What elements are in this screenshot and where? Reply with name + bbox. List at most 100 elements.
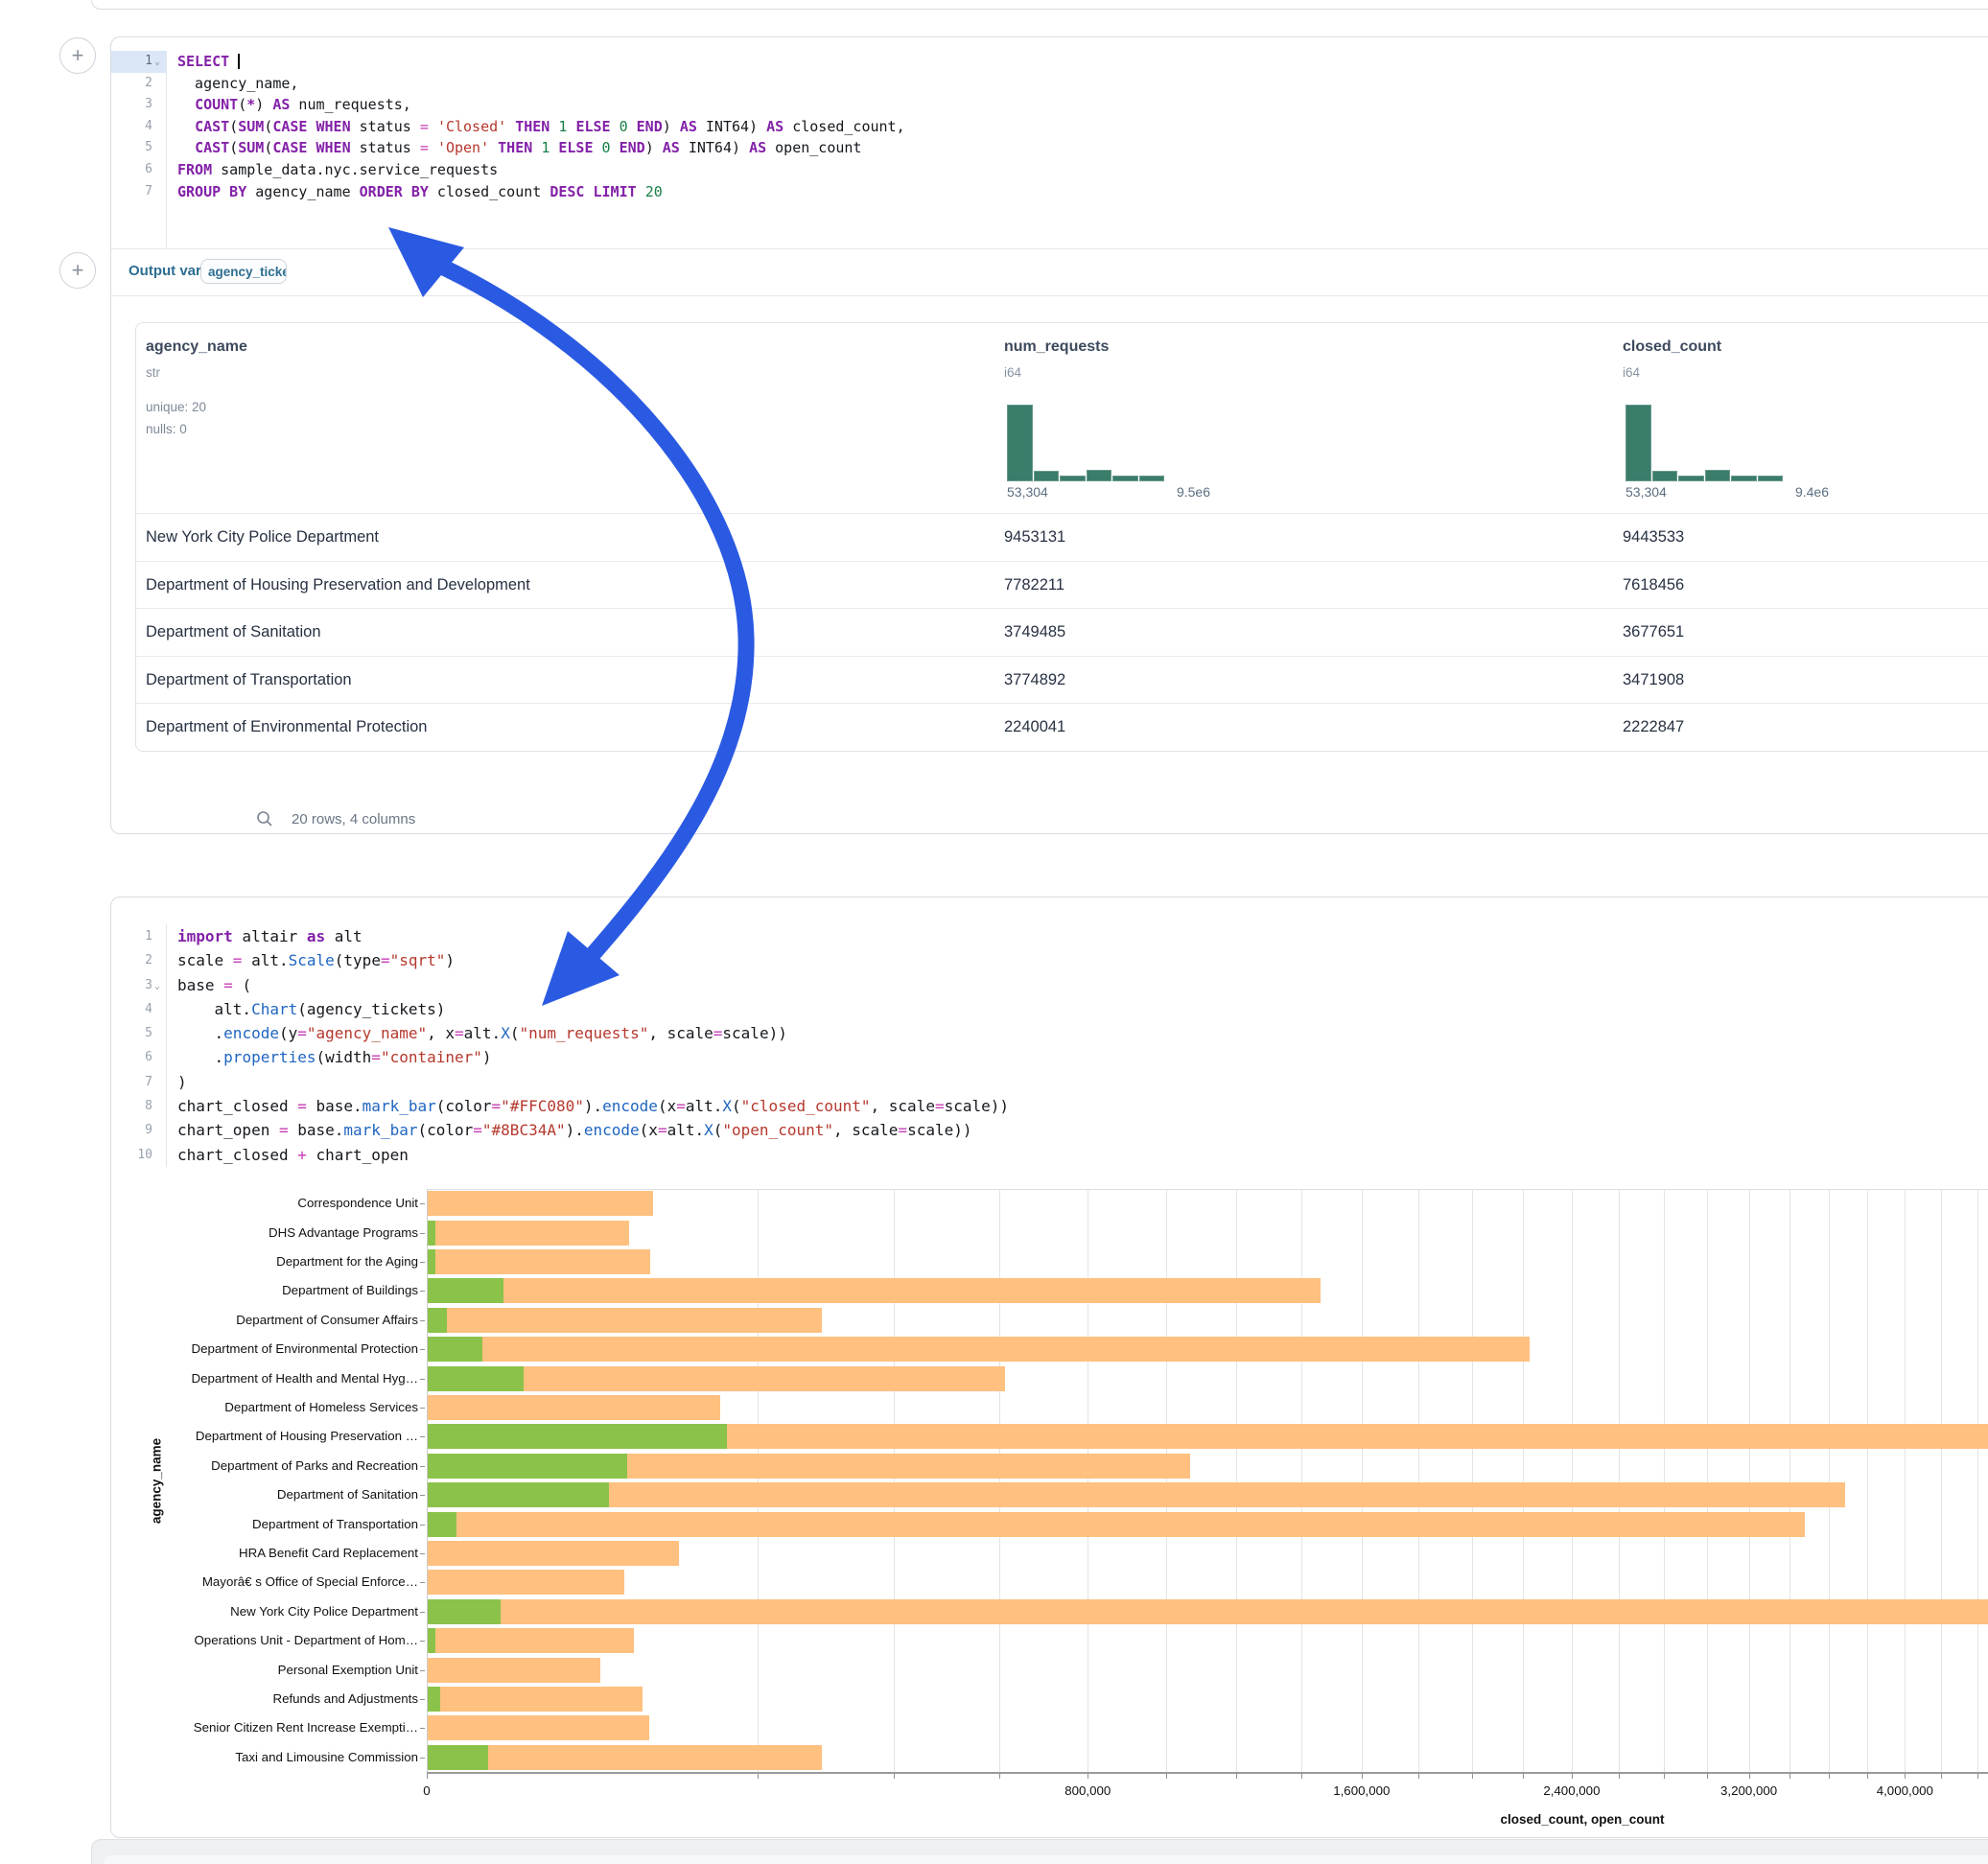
histogram-range-labels: 53,3049.4e6 bbox=[1625, 484, 1829, 500]
collapse-chevron-icon[interactable]: ⌄ bbox=[154, 52, 160, 74]
table-cell: 9453131 bbox=[1004, 528, 1065, 547]
histogram-bar bbox=[1758, 476, 1784, 481]
code-text: chart_open = base.mark_bar(color="#8BC34… bbox=[177, 1118, 972, 1142]
line-number: 4 bbox=[111, 116, 152, 138]
code-text: chart_closed + chart_open bbox=[177, 1143, 409, 1167]
code-text: .encode(y="agency_name", x=alt.X("num_re… bbox=[177, 1021, 787, 1045]
line-number: 9 bbox=[111, 1118, 152, 1142]
code-line[interactable]: 6 FROM sample_data.nyc.service_requests bbox=[111, 159, 1988, 181]
column-header[interactable]: agency_name bbox=[146, 338, 247, 356]
code-text: CAST(SUM(CASE WHEN status = 'Open' THEN … bbox=[177, 137, 861, 159]
search-icon[interactable] bbox=[255, 809, 274, 828]
line-number: 4 bbox=[111, 997, 152, 1021]
column-type: i64 bbox=[1623, 365, 1640, 380]
code-line[interactable]: 1⌄ SELECT bbox=[111, 51, 1988, 73]
python-code-editor[interactable]: 1import altair as alt2scale = alt.Scale(… bbox=[111, 924, 1988, 1167]
sql-code-editor[interactable]: 1⌄ SELECT 2 agency_name,3 COUNT(*) AS num… bbox=[111, 51, 1988, 248]
notebook-canvas: + + 1⌄SELECT 2 agency_name,3 COUNT(*) AS… bbox=[0, 0, 1988, 1864]
line-number: 6 bbox=[111, 159, 152, 181]
code-line[interactable]: 6 .properties(width="container") bbox=[111, 1045, 1988, 1069]
table-row: Department of Transportation377489234719… bbox=[136, 656, 1988, 705]
code-line[interactable]: 7) bbox=[111, 1070, 1988, 1094]
histogram-max-label: 9.5e6 bbox=[1177, 484, 1210, 500]
code-line[interactable]: 2 agency_name, bbox=[111, 73, 1988, 95]
histogram-bar bbox=[1652, 471, 1678, 481]
line-number: 10 bbox=[111, 1143, 152, 1167]
code-line[interactable]: 4 alt.Chart(agency_tickets) bbox=[111, 997, 1988, 1021]
code-text: alt.Chart(agency_tickets) bbox=[177, 997, 445, 1021]
line-number: 3 bbox=[111, 973, 152, 997]
add-cell-button-top[interactable]: + bbox=[59, 37, 96, 74]
output-variable-row: Output variable: agency_tickets bbox=[111, 248, 1988, 296]
table-cell: 7782211 bbox=[1004, 576, 1064, 594]
code-text: COUNT(*) AS num_requests, bbox=[177, 94, 411, 116]
code-line[interactable]: 1import altair as alt bbox=[111, 924, 1988, 948]
result-table: agency_namestrunique: 20nulls: 0num_requ… bbox=[135, 322, 1988, 752]
code-line[interactable]: 3 COUNT(*) AS num_requests, bbox=[111, 94, 1988, 116]
histogram-min-label: 53,304 bbox=[1007, 484, 1048, 500]
table-footer: 20 rows, 4 columns bbox=[255, 804, 415, 833]
next-cell-inner bbox=[104, 1855, 1988, 1864]
line-number: 3 bbox=[111, 94, 152, 116]
code-line[interactable]: 2scale = alt.Scale(type="sqrt") bbox=[111, 948, 1988, 972]
table-cell: Department of Housing Preservation and D… bbox=[146, 576, 530, 594]
column-type: i64 bbox=[1004, 365, 1021, 380]
table-cell: Department of Sanitation bbox=[146, 623, 321, 641]
code-text: SELECT bbox=[177, 51, 240, 73]
next-cell-edge bbox=[91, 1839, 1988, 1864]
table-cell: 2222847 bbox=[1623, 718, 1684, 736]
code-line[interactable]: 3⌄ base = ( bbox=[111, 973, 1988, 997]
add-cell-button-middle[interactable]: + bbox=[59, 252, 96, 289]
table-cell: Department of Environmental Protection bbox=[146, 718, 427, 736]
table-cell: Department of Transportation bbox=[146, 671, 352, 689]
histogram-bar bbox=[1060, 476, 1086, 481]
code-text: scale = alt.Scale(type="sqrt") bbox=[177, 948, 455, 972]
table-cell: 9443533 bbox=[1623, 528, 1684, 547]
line-number: 1 bbox=[111, 924, 152, 948]
histogram-range-labels: 53,304 9.5e6 bbox=[1007, 484, 1210, 500]
previous-cell-edge bbox=[91, 0, 1988, 10]
output-variable-input[interactable]: agency_tickets bbox=[200, 259, 287, 284]
sql-cell: 1⌄ SELECT 2 agency_name,3 COUNT(*) AS num… bbox=[110, 36, 1988, 834]
code-text: base = ( bbox=[177, 973, 251, 997]
histogram-bar bbox=[1139, 476, 1165, 481]
column-header[interactable]: num_requests bbox=[1004, 338, 1109, 356]
code-line[interactable]: 4 CAST(SUM(CASE WHEN status = 'Closed' T… bbox=[111, 116, 1988, 138]
table-cell: 3471908 bbox=[1623, 671, 1684, 689]
histogram-min-label: 53,304 bbox=[1625, 484, 1667, 500]
code-text: GROUP BY agency_name ORDER BY closed_cou… bbox=[177, 181, 663, 203]
code-line[interactable]: 10 chart_closed + chart_open bbox=[111, 1143, 1988, 1167]
line-number: 1 bbox=[111, 51, 152, 73]
table-cell: New York City Police Department bbox=[146, 528, 379, 547]
code-text: chart_closed = base.mark_bar(color="#FFC… bbox=[177, 1094, 1009, 1118]
line-number: 6 bbox=[111, 1045, 152, 1069]
line-number: 5 bbox=[111, 137, 152, 159]
table-row: Department of Sanitation37494853677651 bbox=[136, 608, 1988, 657]
line-number: 7 bbox=[111, 1070, 152, 1094]
code-text: CAST(SUM(CASE WHEN status = 'Closed' THE… bbox=[177, 116, 905, 138]
table-cell: 3749485 bbox=[1004, 623, 1065, 641]
code-line[interactable]: 7 GROUP BY agency_name ORDER BY closed_co… bbox=[111, 181, 1988, 203]
code-line[interactable]: 8 chart_closed = base.mark_bar(color="#FF… bbox=[111, 1094, 1988, 1118]
column-type: str bbox=[146, 365, 160, 380]
collapse-chevron-icon[interactable]: ⌄ bbox=[154, 974, 160, 998]
code-text: FROM sample_data.nyc.service_requests bbox=[177, 159, 498, 181]
histogram-bar bbox=[1007, 405, 1033, 481]
histogram-bar bbox=[1112, 476, 1138, 481]
histogram-bar bbox=[1678, 476, 1704, 481]
plus-icon: + bbox=[72, 45, 84, 66]
code-line[interactable]: 5 CAST(SUM(CASE WHEN status = 'Open' THE… bbox=[111, 137, 1988, 159]
line-number: 8 bbox=[111, 1094, 152, 1118]
column-header[interactable]: closed_count bbox=[1623, 338, 1721, 356]
line-number: 7 bbox=[111, 181, 152, 203]
code-line[interactable]: 9 chart_open = base.mark_bar(color="#8BC3… bbox=[111, 1118, 1988, 1142]
column-histogram bbox=[1625, 405, 1784, 481]
table-cell: 7618456 bbox=[1623, 576, 1684, 594]
column-stats: nulls: 0 bbox=[146, 422, 187, 436]
histogram-bar bbox=[1625, 405, 1651, 481]
code-line[interactable]: 5 .encode(y="agency_name", x=alt.X("num_… bbox=[111, 1021, 1988, 1045]
histogram-bar bbox=[1705, 470, 1731, 481]
line-number: 2 bbox=[111, 73, 152, 95]
histogram-bar bbox=[1087, 470, 1112, 481]
output-variable-value: agency_tickets bbox=[208, 265, 287, 279]
